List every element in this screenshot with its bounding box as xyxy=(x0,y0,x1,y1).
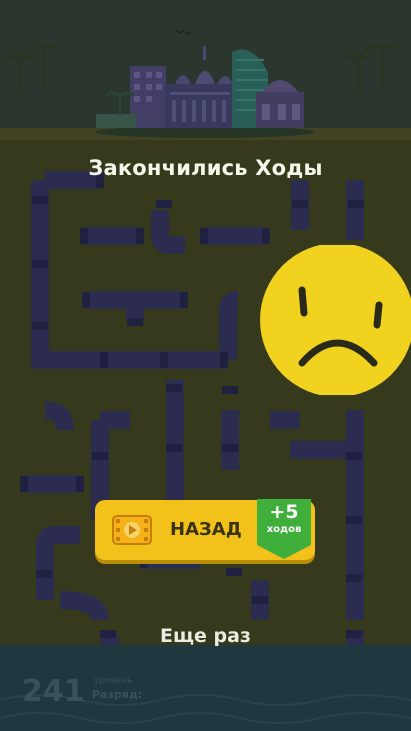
retry-button[interactable]: Еще раз xyxy=(0,625,411,647)
back-for-moves-button[interactable]: НАЗАД +5 ходов xyxy=(95,497,315,561)
sad-face-icon xyxy=(260,245,411,395)
out-of-moves-title: Закончились Ходы xyxy=(88,156,323,180)
video-icon xyxy=(112,515,152,545)
rank-label: Разряд: xyxy=(92,688,143,701)
bonus-unit: ходов xyxy=(266,524,302,535)
back-button-label: НАЗАД xyxy=(170,519,242,540)
bonus-amount: +5 xyxy=(269,501,299,523)
level-caption: уровень xyxy=(94,676,133,686)
bonus-badge-icon: +5 ходов xyxy=(255,497,313,561)
level-number: 241 xyxy=(22,674,85,709)
